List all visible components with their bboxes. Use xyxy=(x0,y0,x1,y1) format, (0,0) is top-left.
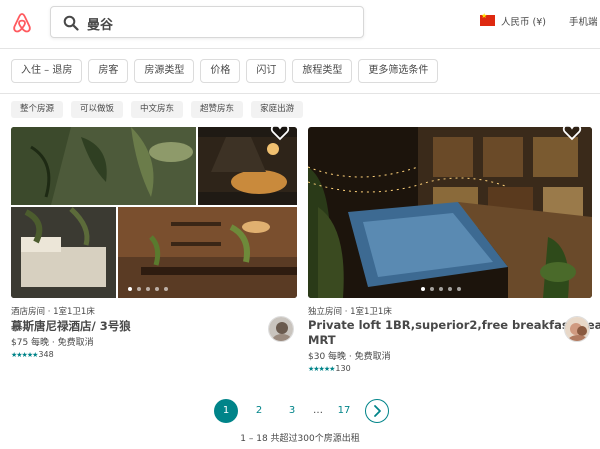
page-1[interactable]: 1 xyxy=(214,399,238,423)
page-ellipsis: … xyxy=(313,405,323,416)
review-count: 348 xyxy=(38,350,54,359)
mobile-app-link[interactable]: 手机端 xyxy=(569,14,598,28)
filter-divider xyxy=(0,93,600,94)
listing-photo[interactable] xyxy=(11,127,297,298)
avatar[interactable] xyxy=(564,316,590,342)
filter-price-button[interactable]: 价格 xyxy=(200,59,241,83)
header-divider xyxy=(0,48,600,49)
currency-selector[interactable]: 人民币 (¥) xyxy=(501,14,546,28)
china-flag-icon[interactable] xyxy=(480,12,495,26)
search-icon xyxy=(63,15,79,31)
rating-stars: ★★★★★130 xyxy=(308,364,351,373)
listing-title-line2[interactable]: MRT xyxy=(308,333,336,347)
filter-instant-book-button[interactable]: 闪订 xyxy=(246,59,287,83)
listing-meta: 独立房间 · 1室1卫1床 xyxy=(308,307,392,317)
quick-filter-tags: 整个房源 可以做饭 中文房东 超赞房东 家庭出游 xyxy=(11,101,304,118)
page-17[interactable]: 17 xyxy=(332,399,356,423)
filter-more-button[interactable]: 更多筛选条件 xyxy=(358,59,439,83)
tag-family[interactable]: 家庭出游 xyxy=(251,101,304,118)
carousel-dots xyxy=(421,287,461,291)
tag-entire-place[interactable]: 整个房源 xyxy=(11,101,64,118)
listing-price: $30 每晚 · 免费取消 xyxy=(308,352,391,362)
airbnb-logo-icon[interactable] xyxy=(10,11,34,35)
listing-price: $75 每晚 · 免费取消 xyxy=(11,338,94,348)
results-summary: 1 – 18 共超过300个房源出租 xyxy=(240,434,360,444)
listing-title-line1[interactable]: Private loft 1BR,superior2,free breakfas… xyxy=(308,318,600,332)
filter-home-type-button[interactable]: 房源类型 xyxy=(134,59,195,83)
page-2[interactable]: 2 xyxy=(247,399,271,423)
review-count: 130 xyxy=(335,364,351,373)
rating-stars-icon: ★★★★★ xyxy=(308,365,335,373)
next-page-button[interactable] xyxy=(365,399,389,423)
listing-title[interactable]: 慕斯唐尼禄酒店/ 3号狼 xyxy=(11,318,131,334)
rating-stars-icon: ★★★★★ xyxy=(11,351,38,359)
rating-stars: ★★★★★348 xyxy=(11,350,54,359)
filter-dates-button[interactable]: 入住 – 退房 xyxy=(11,59,83,83)
heart-icon[interactable] xyxy=(270,123,290,141)
listing-photo[interactable] xyxy=(308,127,592,298)
header: 曼谷 人民币 (¥) 手机端 xyxy=(0,0,600,48)
filter-guests-button[interactable]: 房客 xyxy=(88,59,129,83)
page-3[interactable]: 3 xyxy=(280,399,304,423)
search-value: 曼谷 xyxy=(87,18,114,33)
listing-meta: 酒店房间 · 1室1卫1床 xyxy=(11,307,95,317)
search-input[interactable]: 曼谷 xyxy=(50,6,364,38)
filter-bar: 入住 – 退房 房客 房源类型 价格 闪订 旅程类型 更多筛选条件 xyxy=(11,59,439,83)
avatar[interactable] xyxy=(268,316,294,342)
filter-trip-type-button[interactable]: 旅程类型 xyxy=(292,59,353,83)
tag-superhost[interactable]: 超赞房东 xyxy=(191,101,244,118)
heart-icon[interactable] xyxy=(562,123,582,141)
tag-chinese-host[interactable]: 中文房东 xyxy=(131,101,184,118)
chevron-right-icon xyxy=(374,405,381,417)
tag-kitchen[interactable]: 可以做饭 xyxy=(71,101,124,118)
carousel-dots xyxy=(128,287,168,291)
